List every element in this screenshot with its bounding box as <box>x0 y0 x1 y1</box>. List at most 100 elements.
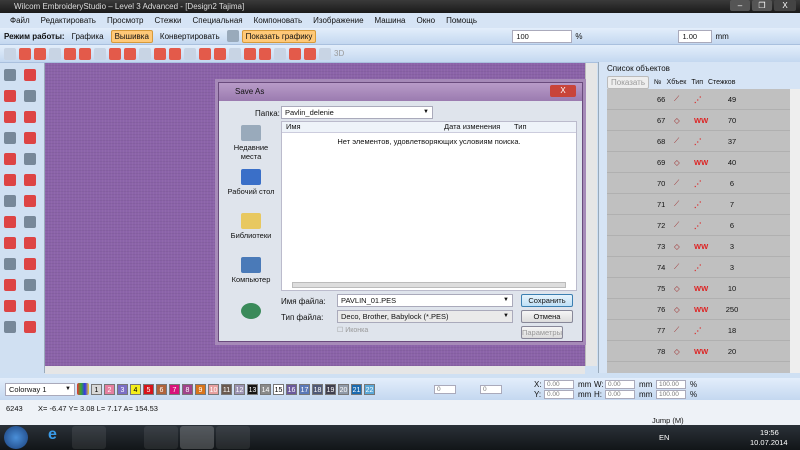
tool-icon[interactable] <box>24 258 36 270</box>
save-button[interactable]: Сохранить <box>521 294 573 307</box>
dialog-close-button[interactable]: X <box>550 85 576 97</box>
tool-icon[interactable] <box>24 174 36 186</box>
object-row[interactable]: 71 ⟋ ⋰ 7 <box>607 194 791 215</box>
stitch-tool-icon[interactable] <box>4 47 16 60</box>
stitch-tool-icon[interactable] <box>154 47 166 60</box>
clock-time[interactable]: 19:56 <box>760 428 779 437</box>
slant-input[interactable]: 0 <box>480 384 502 394</box>
object-row[interactable]: 68 ⟋ ⋰ 37 <box>607 131 791 152</box>
folder-select[interactable]: Pavlin_delenie ▼ <box>281 106 433 119</box>
menu-item[interactable]: Машина <box>375 16 406 25</box>
language-indicator[interactable]: EN <box>659 433 669 442</box>
app-icon[interactable] <box>144 426 178 449</box>
tool-icon[interactable] <box>24 111 36 123</box>
embroidery-mode-button[interactable]: Вышивка <box>110 29 153 43</box>
col-type[interactable]: Тип <box>514 122 527 131</box>
tool-icon[interactable] <box>24 132 36 144</box>
params-button[interactable]: Параметры <box>521 326 563 339</box>
x-input[interactable]: 0.00 <box>544 380 574 389</box>
stitch-tool-icon[interactable] <box>184 47 196 60</box>
tool-icon[interactable] <box>4 195 16 207</box>
stitch-tool-icon[interactable] <box>19 47 31 60</box>
stitch-tool-icon[interactable] <box>229 47 241 60</box>
tool-icon[interactable] <box>4 237 16 249</box>
stitch-tool-icon[interactable] <box>199 47 211 60</box>
cancel-button[interactable]: Отмена <box>521 310 573 323</box>
tool-icon[interactable] <box>4 90 16 102</box>
paint-icon[interactable] <box>216 426 250 449</box>
color-swatch[interactable]: 5 <box>143 383 154 395</box>
canvas-vertical-scrollbar[interactable] <box>585 63 597 366</box>
color-swatch[interactable]: 18 <box>312 383 323 395</box>
stitch-tool-icon[interactable] <box>64 47 76 60</box>
file-list[interactable]: Имя Дата изменения Тип Нет элементов, уд… <box>281 121 577 291</box>
menu-item[interactable]: Стежки <box>154 16 181 25</box>
place-item[interactable]: Рабочий стол <box>223 169 279 196</box>
filename-input[interactable]: PAVLIN_01.PES ▼ <box>337 294 513 307</box>
show-button[interactable]: Показать <box>607 75 650 89</box>
object-row[interactable]: 77 ⟋ ⋰ 18 <box>607 320 791 341</box>
menu-item[interactable]: Редактировать <box>41 16 96 25</box>
stitch-tool-icon[interactable] <box>169 47 181 60</box>
thickness-input[interactable]: 1.00 <box>678 29 713 43</box>
scale-y-input[interactable]: 100.00 <box>656 390 686 399</box>
tool-icon[interactable] <box>24 153 36 165</box>
tool-icon[interactable] <box>4 300 16 312</box>
colorway-select[interactable]: Colorway 1 ▼ <box>5 382 75 396</box>
stitch-tool-icon[interactable] <box>214 47 226 60</box>
tool-icon[interactable] <box>24 216 36 228</box>
color-swatch[interactable]: 16 <box>286 383 297 395</box>
file-list-hscroll[interactable] <box>292 282 566 288</box>
menu-item[interactable]: Просмотр <box>107 16 144 25</box>
3d-label[interactable]: 3D <box>334 49 344 58</box>
color-swatch[interactable]: 6 <box>156 383 167 395</box>
tool-icon[interactable] <box>24 195 36 207</box>
color-swatch[interactable]: 11 <box>221 383 232 395</box>
zoom-input[interactable]: 100 <box>512 29 573 43</box>
object-row[interactable]: 66 ⟋ ⋰ 49 <box>607 89 791 110</box>
rotate-input[interactable]: 0 <box>434 384 456 394</box>
color-swatch[interactable]: 13 <box>247 383 258 395</box>
place-item[interactable]: Библиотеки <box>223 213 279 240</box>
minimize-button[interactable]: – <box>730 0 750 11</box>
color-swatch[interactable]: 10 <box>208 383 219 395</box>
color-swatch[interactable]: 1 <box>91 383 102 395</box>
y-input[interactable]: 0.00 <box>544 390 574 399</box>
place-item[interactable]: Компьютер <box>223 257 279 284</box>
media-player-icon[interactable] <box>106 426 140 449</box>
col-date[interactable]: Дата изменения <box>444 122 500 131</box>
convert-button[interactable]: Конвертировать <box>156 30 224 43</box>
menu-item[interactable]: Помощь <box>446 16 477 25</box>
color-swatch[interactable]: 22 <box>364 383 375 395</box>
wilcom-icon[interactable] <box>180 426 214 449</box>
tool-icon[interactable] <box>4 153 16 165</box>
tool-icon[interactable] <box>4 111 16 123</box>
color-swatch[interactable]: 8 <box>182 383 193 395</box>
graphics-mode-button[interactable]: Графика <box>68 30 108 43</box>
stitch-tool-icon[interactable] <box>274 47 286 60</box>
close-button[interactable]: X <box>774 0 796 11</box>
object-row[interactable]: 73 ◇ WW 3 <box>607 236 791 257</box>
stitch-tool-icon[interactable] <box>34 47 46 60</box>
col-stitches[interactable]: Стежков <box>708 79 735 86</box>
color-swatch[interactable]: 15 <box>273 383 284 395</box>
stitch-tool-icon[interactable] <box>94 47 106 60</box>
color-swatch[interactable]: 7 <box>169 383 180 395</box>
color-swatch[interactable]: 2 <box>104 383 115 395</box>
menu-item[interactable]: Файл <box>10 16 30 25</box>
color-swatch[interactable]: 17 <box>299 383 310 395</box>
explorer-icon[interactable] <box>72 426 106 449</box>
start-button[interactable] <box>4 426 28 449</box>
stitch-tool-icon[interactable] <box>319 47 331 60</box>
object-row[interactable]: 69 ◇ WW 40 <box>607 152 791 173</box>
tool-icon[interactable] <box>24 300 36 312</box>
w-input[interactable]: 0.00 <box>605 380 635 389</box>
col-object[interactable]: Хбъек <box>667 79 687 86</box>
col-type[interactable]: Тип <box>691 79 703 86</box>
color-swatch[interactable]: 12 <box>234 383 245 395</box>
stitch-tool-icon[interactable] <box>109 47 121 60</box>
canvas-horizontal-scrollbar[interactable] <box>45 366 585 374</box>
tool-icon[interactable] <box>4 216 16 228</box>
col-no[interactable]: № <box>654 79 662 86</box>
color-swatch[interactable]: 21 <box>351 383 362 395</box>
